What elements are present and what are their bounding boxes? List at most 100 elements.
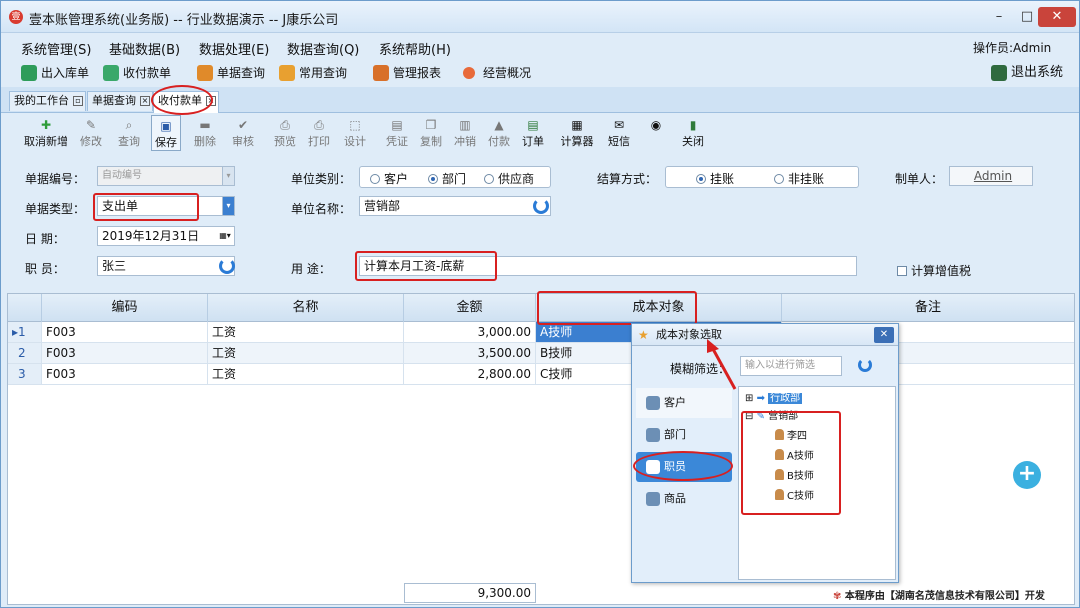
edit-button[interactable]: ✎ 修改 — [77, 115, 105, 151]
radio-label: 供应商 — [498, 172, 535, 186]
reverse-button[interactable]: ▥ 冲销 — [451, 115, 479, 151]
view-options-button[interactable]: ◉ — [645, 115, 667, 151]
close-tab-button[interactable]: ▮ 关闭 — [679, 115, 707, 151]
menu-data-query[interactable]: 数据查询(Q) — [287, 39, 359, 58]
highlight-tree-box — [741, 411, 841, 515]
sms-button[interactable]: ✉ 短信 — [605, 115, 633, 151]
doc-type-label: 单据类型： — [25, 202, 86, 216]
quick-payment-button[interactable]: 收付款单 — [103, 63, 171, 83]
category-goods[interactable]: 商品 — [636, 484, 732, 514]
category-department[interactable]: 部门 — [636, 420, 732, 450]
cancel-new-button[interactable]: ✚ 取消新增 — [19, 115, 73, 151]
cell-amount[interactable]: 3,500.00 — [404, 343, 536, 363]
refresh-icon[interactable] — [533, 198, 549, 214]
cell-code[interactable]: F003 — [42, 322, 208, 342]
cell-name[interactable]: 工资 — [208, 364, 404, 384]
popup-close-button[interactable]: ✕ — [874, 327, 894, 343]
preview-button[interactable]: ⎙ 预览 — [271, 115, 299, 151]
minimize-button[interactable]: – — [985, 7, 1013, 27]
highlight-staff-oval — [633, 451, 733, 481]
maximize-button[interactable]: □ — [1013, 7, 1041, 27]
cell-code[interactable]: F003 — [42, 343, 208, 363]
maker-field: Admin — [949, 166, 1033, 186]
menu-system[interactable]: 系统管理(S) — [21, 39, 91, 58]
category-customer[interactable]: 客户 — [636, 388, 732, 418]
print-button[interactable]: ⎙ 打印 — [305, 115, 333, 151]
quick-overview-button[interactable]: 经营概况 — [463, 63, 531, 83]
radio-not-on-account[interactable]: 非挂账 — [774, 170, 824, 187]
col-note-header[interactable]: 备注 — [782, 294, 1074, 322]
menu-help[interactable]: 系统帮助(H) — [379, 39, 451, 58]
window-title: 壹本账管理系统(业务版) -- 行业数据演示 -- J康乐公司 — [29, 13, 339, 28]
quick-inout-button[interactable]: 出入库单 — [21, 63, 89, 83]
radio-supplier[interactable]: 供应商 — [484, 170, 534, 187]
pay-button[interactable]: ▲ 付款 — [485, 115, 513, 151]
cell-amount[interactable]: 2,800.00 — [404, 364, 536, 384]
sms-icon: ✉ — [613, 118, 625, 132]
calendar-icon[interactable]: ▦▾ — [216, 227, 234, 245]
col-code-header[interactable]: 编码 — [42, 294, 208, 322]
chevron-down-icon[interactable]: ▾ — [222, 197, 234, 215]
quick-doc-query-button[interactable]: 单据查询 — [197, 63, 265, 83]
vat-checkbox[interactable]: 计算增值税 — [897, 262, 971, 279]
filter-input[interactable]: 输入以进行筛选 — [740, 356, 842, 376]
radio-department[interactable]: 部门 — [428, 170, 466, 187]
tree-node-admin[interactable]: ⊞ ➡ 行政部 — [745, 391, 803, 407]
tb-label: 修改 — [80, 135, 102, 148]
highlight-cost-header — [537, 291, 697, 325]
highlight-usage — [355, 251, 497, 281]
cell-amount[interactable]: 3,000.00 — [404, 322, 536, 342]
exit-button[interactable]: 退出系统 — [991, 63, 1063, 83]
tab-close-icon[interactable]: ▫ — [73, 96, 83, 106]
doc-no-field: 自动编号 ▾ — [97, 166, 235, 186]
tab-close-icon[interactable]: × — [140, 96, 150, 106]
table-row[interactable]: ▸1 F003 工资 3,000.00 A技师 — [8, 322, 1074, 343]
audit-button[interactable]: ✔ 审核 — [229, 115, 257, 151]
radio-on-account[interactable]: 挂账 — [696, 170, 734, 187]
query-button[interactable]: ⌕ 查询 — [115, 115, 143, 151]
copy-button[interactable]: ❐ 复制 — [417, 115, 445, 151]
add-row-icon[interactable]: + — [1013, 461, 1041, 489]
cell-code[interactable]: F003 — [42, 364, 208, 384]
refresh-icon[interactable] — [858, 358, 872, 372]
toolbar: ✚ 取消新增 ✎ 修改 ⌕ 查询 ▣ 保存 ▬ 删除 ✔ 审核 ⎙ 预览 ⎙ 打印 ⬚ 设计 ▤ 凭… — [9, 115, 709, 153]
menu-basic-data[interactable]: 基础数据(B) — [109, 39, 180, 58]
main-window: 壹 壹本账管理系统(业务版) -- 行业数据演示 -- J康乐公司 – □ ✕ … — [0, 0, 1080, 608]
radio-customer[interactable]: 客户 — [370, 170, 408, 187]
close-button[interactable]: ✕ — [1038, 7, 1076, 27]
refresh-icon[interactable] — [219, 258, 235, 274]
app-icon: 壹 — [9, 10, 23, 24]
chart-icon — [279, 65, 295, 81]
tab-doc-query[interactable]: 单据查询 × — [87, 91, 153, 111]
radio-icon — [774, 174, 784, 184]
unit-type-label: 单位类别： — [291, 172, 352, 186]
staff-field[interactable]: 张三 — [97, 256, 235, 276]
tab-workbench[interactable]: 我的工作台 ▫ — [9, 91, 86, 111]
date-picker[interactable]: 2019年12月31日 ▦▾ — [97, 226, 235, 246]
tb-label: 打印 — [308, 135, 330, 148]
quick-report-button[interactable]: 管理报表 — [373, 63, 441, 83]
quick-label: 经营概况 — [483, 66, 532, 80]
unit-name-field[interactable]: 营销部 — [359, 196, 551, 216]
table-row[interactable]: 3 F003 工资 2,800.00 C技师 — [8, 364, 1074, 385]
menu-data-process[interactable]: 数据处理(E) — [199, 39, 269, 58]
col-name-header[interactable]: 名称 — [208, 294, 404, 322]
popup-title: 成本对象选取 — [656, 328, 722, 341]
delete-button[interactable]: ▬ 删除 — [191, 115, 219, 151]
voucher-button[interactable]: ▤ 凭证 — [383, 115, 411, 151]
order-button[interactable]: ▤ 订单 — [519, 115, 547, 151]
total-amount: 9,300.00 — [404, 583, 536, 603]
design-button[interactable]: ⬚ 设计 — [341, 115, 369, 151]
search-icon: ⌕ — [125, 118, 133, 132]
expand-icon[interactable]: ⊞ — [745, 393, 753, 404]
col-amount-header[interactable]: 金额 — [404, 294, 536, 322]
quick-bar: 出入库单 收付款单 单据查询 常用查询 管理报表 经营概况 退出系统 — [1, 59, 1079, 87]
calculator-button[interactable]: ▦ 计算器 — [557, 115, 597, 151]
tb-label: 计算器 — [560, 135, 594, 148]
cell-name[interactable]: 工资 — [208, 343, 404, 363]
table-row[interactable]: 2 F003 工资 3,500.00 B技师 — [8, 343, 1074, 364]
cell-name[interactable]: 工资 — [208, 322, 404, 342]
quick-common-query-button[interactable]: 常用查询 — [279, 63, 347, 83]
save-button[interactable]: ▣ 保存 — [151, 115, 181, 151]
radio-checked-icon — [696, 174, 706, 184]
